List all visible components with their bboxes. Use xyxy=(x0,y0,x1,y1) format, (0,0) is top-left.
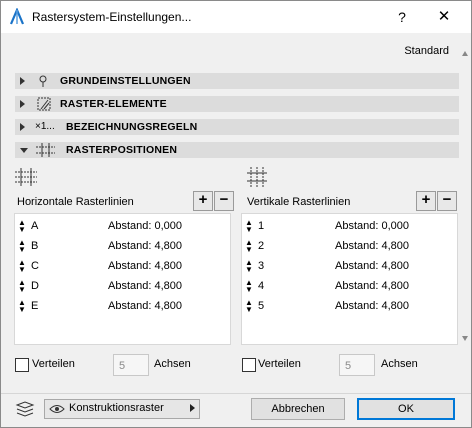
reorder-arrows-icon[interactable]: ▲ ▼ xyxy=(18,216,26,234)
expand-arrow-icon xyxy=(20,123,25,131)
help-button[interactable]: ? xyxy=(387,7,417,27)
line-distance: Abstand: 4,800 xyxy=(108,240,183,252)
line-name: B xyxy=(31,240,39,252)
line-distance: Abstand: 4,800 xyxy=(108,280,183,292)
line-distance: Abstand: 0,000 xyxy=(335,220,410,232)
distribute-label: Verteilen xyxy=(258,358,301,370)
axes-label: Achsen xyxy=(154,358,191,370)
pin-icon xyxy=(39,75,47,87)
distribute-label: Verteilen xyxy=(32,358,75,370)
section-grundeinstellungen[interactable]: GRUNDEINSTELLUNGEN xyxy=(15,73,459,89)
archicad-logo-icon xyxy=(9,8,25,25)
vertical-lines-icon xyxy=(247,167,267,187)
collapse-arrow-icon xyxy=(20,148,28,153)
line-name: 1 xyxy=(258,220,265,232)
line-name: 4 xyxy=(258,280,265,292)
line-name: E xyxy=(31,300,39,312)
list-item[interactable]: ▲ ▼ B Abstand: 4,800 xyxy=(15,236,230,256)
line-name: 3 xyxy=(258,260,265,272)
favorites-profile[interactable]: Standard xyxy=(404,45,449,57)
section-label: GRUNDEINSTELLUNGEN xyxy=(60,75,191,87)
section-label: BEZEICHNUNGSREGELN xyxy=(66,121,198,133)
line-distance: Abstand: 4,800 xyxy=(335,280,410,292)
expand-arrow-icon xyxy=(20,100,25,108)
reorder-arrows-icon[interactable]: ▲ ▼ xyxy=(18,296,26,314)
line-distance: Abstand: 4,800 xyxy=(335,260,410,272)
reorder-arrows-icon[interactable]: ▲ ▼ xyxy=(245,256,253,274)
horizontal-lines-title: Horizontale Rasterlinien xyxy=(17,196,134,208)
horizontal-axes-input[interactable]: 5 xyxy=(113,354,149,376)
list-item[interactable]: ▲ ▼ D Abstand: 4,800 xyxy=(15,276,230,296)
horizontal-lines-list: ▲ ▼ A Abstand: 0,000 ▲ ▼ B Abstand: 4,800 … xyxy=(14,213,231,345)
list-item[interactable]: ▲ ▼ E Abstand: 4,800 xyxy=(15,296,230,316)
cancel-button[interactable]: Abbrechen xyxy=(251,398,345,420)
eye-icon xyxy=(49,405,65,413)
line-name: 2 xyxy=(258,240,265,252)
axes-label: Achsen xyxy=(381,358,418,370)
line-distance: Abstand: 4,800 xyxy=(108,300,183,312)
horizontal-lines-icon xyxy=(15,168,37,186)
expand-arrow-icon xyxy=(20,77,25,85)
reorder-arrows-icon[interactable]: ▲ ▼ xyxy=(245,216,253,234)
section-rasterpositionen[interactable]: RASTERPOSITIONEN xyxy=(15,142,459,158)
add-vertical-button[interactable]: + xyxy=(416,191,436,211)
list-item[interactable]: ▲ ▼ 3 Abstand: 4,800 xyxy=(242,256,457,276)
list-item[interactable]: ▲ ▼ 4 Abstand: 4,800 xyxy=(242,276,457,296)
layers-icon xyxy=(15,401,35,417)
distribute-vertical-checkbox[interactable] xyxy=(242,358,256,372)
ok-button[interactable]: OK xyxy=(357,398,455,420)
reorder-arrows-icon[interactable]: ▲ ▼ xyxy=(18,236,26,254)
section-label: RASTER-ELEMENTE xyxy=(60,98,167,110)
line-name: A xyxy=(31,220,39,232)
reorder-arrows-icon[interactable]: ▲ ▼ xyxy=(245,276,253,294)
list-item[interactable]: ▲ ▼ C Abstand: 4,800 xyxy=(15,256,230,276)
vertical-lines-list: ▲ ▼ 1 Abstand: 0,000 ▲ ▼ 2 Abstand: 4,800 … xyxy=(241,213,458,345)
grid-element-icon xyxy=(37,97,51,111)
list-item[interactable]: ▲ ▼ 2 Abstand: 4,800 xyxy=(242,236,457,256)
list-item[interactable]: ▲ ▼ A Abstand: 0,000 xyxy=(15,216,230,236)
line-distance: Abstand: 0,000 xyxy=(108,220,183,232)
line-name: D xyxy=(31,280,39,292)
remove-horizontal-button[interactable]: − xyxy=(214,191,234,211)
line-distance: Abstand: 4,800 xyxy=(335,300,410,312)
list-item[interactable]: ▲ ▼ 1 Abstand: 0,000 xyxy=(242,216,457,236)
window-title: Rastersystem-Einstellungen... xyxy=(32,10,192,24)
reorder-arrows-icon[interactable]: ▲ ▼ xyxy=(18,256,26,274)
section-raster-elemente[interactable]: RASTER-ELEMENTE xyxy=(15,96,459,112)
line-name: C xyxy=(31,260,39,272)
close-button[interactable]: ✕ xyxy=(429,7,459,27)
line-distance: Abstand: 4,800 xyxy=(108,260,183,272)
line-distance: Abstand: 4,800 xyxy=(335,240,410,252)
title-bar: Rastersystem-Einstellungen... ? ✕ xyxy=(1,1,471,33)
distribute-horizontal-checkbox[interactable] xyxy=(15,358,29,372)
vertical-lines-title: Vertikale Rasterlinien xyxy=(247,196,351,208)
scrollbar[interactable] xyxy=(462,51,468,341)
reorder-arrows-icon[interactable]: ▲ ▼ xyxy=(245,296,253,314)
dropdown-arrow-icon xyxy=(190,404,195,412)
reorder-arrows-icon[interactable]: ▲ ▼ xyxy=(18,276,26,294)
list-item[interactable]: ▲ ▼ 5 Abstand: 4,800 xyxy=(242,296,457,316)
vertical-axes-input[interactable]: 5 xyxy=(339,354,375,376)
section-label: RASTERPOSITIONEN xyxy=(66,144,178,156)
grid-positions-icon xyxy=(36,143,55,157)
dialog: Rastersystem-Einstellungen... ? ✕ Standa… xyxy=(0,0,472,428)
add-horizontal-button[interactable]: + xyxy=(193,191,213,211)
layer-name: Konstruktionsraster xyxy=(69,402,164,414)
section-bezeichnungsregeln[interactable]: ×1... BEZEICHNUNGSREGELN xyxy=(15,119,459,135)
naming-icon: ×1... xyxy=(35,121,55,132)
remove-vertical-button[interactable]: − xyxy=(437,191,457,211)
footer-divider xyxy=(1,393,471,394)
reorder-arrows-icon[interactable]: ▲ ▼ xyxy=(245,236,253,254)
line-name: 5 xyxy=(258,300,265,312)
layer-dropdown[interactable]: Konstruktionsraster xyxy=(44,399,200,419)
